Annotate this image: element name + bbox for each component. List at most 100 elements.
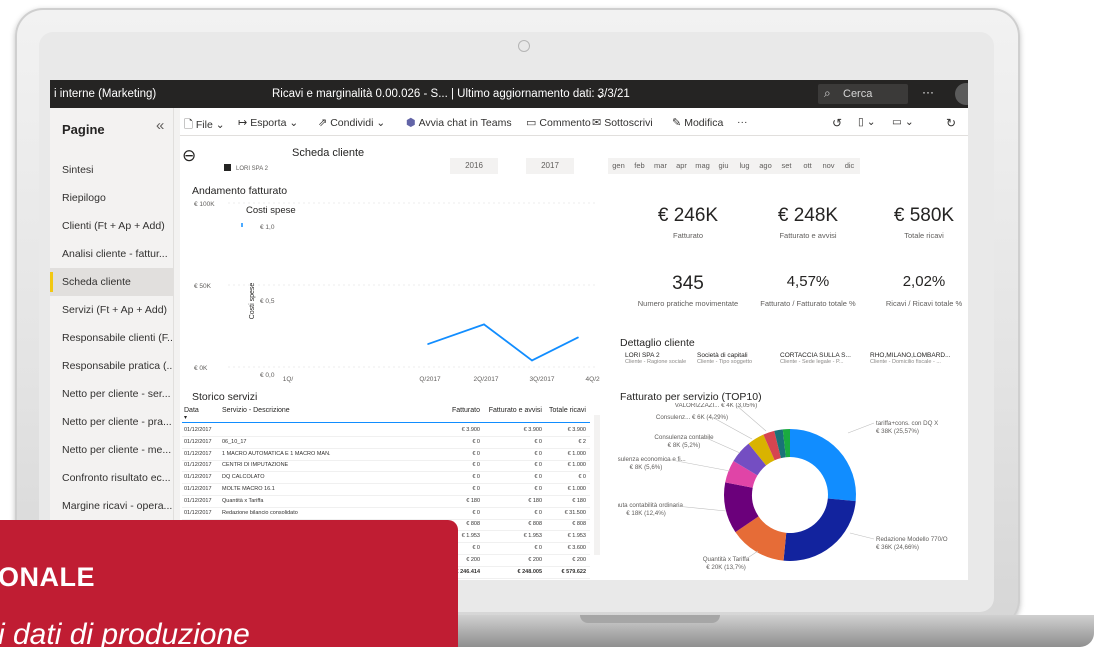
- dettaglio-domicilio: RHO,MILANO,LOMBARD... Cliente - Domicilio…: [870, 352, 951, 365]
- view-icon[interactable]: ▭ ⌄: [892, 116, 914, 128]
- servizio-donut-chart[interactable]: tariffa+cons. con DQ X€ 38K (25,57%) Reda…: [618, 403, 958, 579]
- table-cell: € 0: [472, 474, 480, 481]
- bookmark-icon[interactable]: ▯ ⌄: [858, 116, 876, 128]
- dettaglio-label: Cliente - Tipo soggetto: [697, 359, 753, 365]
- search-box[interactable]: ⌕ Cerca: [818, 84, 908, 104]
- month-item[interactable]: mag: [692, 158, 713, 174]
- table-cell: 1 MACRO AUTOMATICA E 1 MACRO MAN.: [222, 450, 331, 457]
- table-cell: € 2: [578, 438, 586, 445]
- table-cell: 01/12/2017: [184, 462, 212, 469]
- laptop-notch: [580, 615, 720, 623]
- month-item[interactable]: ago: [755, 158, 776, 174]
- month-slicer[interactable]: gen feb mar apr mag giu lug ago set ott nov dic: [608, 158, 860, 174]
- table-cell: € 0: [472, 509, 480, 516]
- banner-subtitle: i dati di produzione: [0, 618, 250, 647]
- page-item[interactable]: Riepilogo: [50, 184, 173, 212]
- month-item[interactable]: gen: [608, 158, 629, 174]
- month-item[interactable]: giu: [713, 158, 734, 174]
- kpi-fatturato-label: Fatturato: [672, 231, 703, 240]
- table-cell: € 180: [572, 497, 586, 504]
- table-cell: € 1.953: [567, 533, 586, 540]
- slice-label: Quantità x Tariffa: [703, 556, 750, 563]
- table-cell: € 0: [534, 509, 542, 516]
- workspace-name[interactable]: i interne (Marketing): [54, 88, 156, 100]
- donut-slice: [790, 429, 856, 502]
- y-tick-label: € 0K: [194, 365, 208, 372]
- file-menu[interactable]: 🗋 File ⌄: [184, 116, 225, 135]
- subscribe-button[interactable]: ✉ Sottoscrivi: [592, 116, 653, 129]
- more-icon[interactable]: ···: [737, 116, 748, 128]
- marketing-page: i interne (Marketing) Ricavi e marginali…: [0, 0, 1094, 647]
- table-cell: € 0: [534, 462, 542, 469]
- month-item[interactable]: feb: [629, 158, 650, 174]
- month-item[interactable]: mar: [650, 158, 671, 174]
- page-item[interactable]: Margine ricavi - opera...: [50, 492, 173, 520]
- teams-chat-button[interactable]: ⬢ Avvia chat in Teams: [406, 116, 512, 129]
- month-item[interactable]: dic: [839, 158, 860, 174]
- month-item[interactable]: ott: [797, 158, 818, 174]
- table-cell: € 200: [466, 556, 480, 563]
- table-header[interactable]: Fatturato: [452, 407, 480, 414]
- table-scrollbar[interactable]: [594, 415, 600, 555]
- table-cell: € 246.414: [455, 568, 480, 575]
- chevron-down-icon[interactable]: ⌄: [595, 87, 605, 101]
- back-arrow-icon[interactable]: ⊖: [182, 146, 196, 166]
- table-cell: € 0: [472, 450, 480, 457]
- year-slicer-2016[interactable]: 2016: [450, 158, 498, 174]
- undo-icon[interactable]: ↺: [832, 116, 842, 130]
- table-header[interactable]: Totale ricavi: [549, 407, 586, 414]
- data-point: [577, 336, 579, 339]
- page-item[interactable]: Sintesi: [50, 156, 173, 184]
- avatar[interactable]: [955, 83, 968, 105]
- page-item[interactable]: Netto per cliente - ser...: [50, 380, 173, 408]
- table-cell: € 1.000: [567, 462, 586, 469]
- share-menu[interactable]: ⇗ Condividi ⌄: [318, 116, 385, 129]
- collapse-icon[interactable]: «: [156, 117, 164, 134]
- table-header[interactable]: Fatturato e avvisi: [489, 407, 542, 414]
- page-item[interactable]: Responsabile pratica (...: [50, 352, 173, 380]
- edit-button[interactable]: ✎ Modifica: [672, 116, 723, 129]
- table-cell: € 3.900: [567, 427, 586, 433]
- page-item[interactable]: Responsabile clienti (F...: [50, 324, 173, 352]
- row-divider: [182, 495, 590, 496]
- export-menu[interactable]: ↦ Esporta ⌄: [238, 116, 298, 129]
- month-item[interactable]: lug: [734, 158, 755, 174]
- year-slicer-2017[interactable]: 2017: [526, 158, 574, 174]
- report-title[interactable]: Ricavi e marginalità 0.00.026 - S... | U…: [272, 88, 630, 100]
- month-item[interactable]: apr: [671, 158, 692, 174]
- page-item[interactable]: Confronto risultato ec...: [50, 464, 173, 492]
- kpi-ricavi-pct-label: Ricavi / Ricavi totale %: [885, 299, 963, 308]
- x-tick-label: 3Q/2017: [530, 376, 555, 383]
- table-cell: € 3.900: [461, 427, 480, 433]
- table-header[interactable]: Data: [184, 407, 199, 414]
- table-cell: € 0: [534, 474, 542, 481]
- laptop-screen: i interne (Marketing) Ricavi e marginali…: [50, 80, 968, 580]
- table-cell: 01/12/2017: [184, 427, 212, 433]
- comment-button[interactable]: ▭ Commento: [526, 116, 591, 129]
- x-tick-label: 2Q/2017: [474, 376, 499, 383]
- slicer-checkbox[interactable]: [224, 164, 231, 171]
- table-header[interactable]: Servizio - Descrizione: [222, 407, 290, 414]
- sort-icon[interactable]: ▾: [184, 414, 187, 421]
- refresh-icon[interactable]: ↻: [946, 116, 956, 130]
- page-item[interactable]: Servizi (Ft + Ap + Add): [50, 296, 173, 324]
- page-item[interactable]: Netto per cliente - me...: [50, 436, 173, 464]
- page-item[interactable]: Analisi cliente - fattur...: [50, 240, 173, 268]
- row-divider: [182, 483, 590, 485]
- more-options-icon[interactable]: ···: [922, 85, 934, 99]
- costi-y-tick-label: € 0,0: [260, 372, 275, 379]
- table-cell: MOLTE MACRO 16.1: [222, 486, 275, 492]
- page-item[interactable]: Clienti (Ft + Ap + Add): [50, 212, 173, 240]
- dettaglio-label: Cliente - Domicilio fiscale - ...: [870, 359, 941, 365]
- servizio-title: Fatturato per servizio (TOP10): [620, 391, 762, 403]
- page-item[interactable]: Netto per cliente - pra...: [50, 408, 173, 436]
- andamento-chart[interactable]: € 100K € 50K € 0K 1Q/Q/2017 2Q/2017 3Q/2017 4Q…: [180, 197, 600, 387]
- month-item[interactable]: nov: [818, 158, 839, 174]
- leader-line: [849, 532, 875, 540]
- month-item[interactable]: set: [776, 158, 797, 174]
- leader-line: [703, 436, 741, 454]
- dettaglio-value: LORI SPA 2: [625, 352, 660, 359]
- costi-title: Costi spese: [246, 205, 296, 216]
- client-slicer[interactable]: LORI SPA 2: [224, 164, 268, 172]
- page-item-active[interactable]: Scheda cliente: [50, 268, 173, 296]
